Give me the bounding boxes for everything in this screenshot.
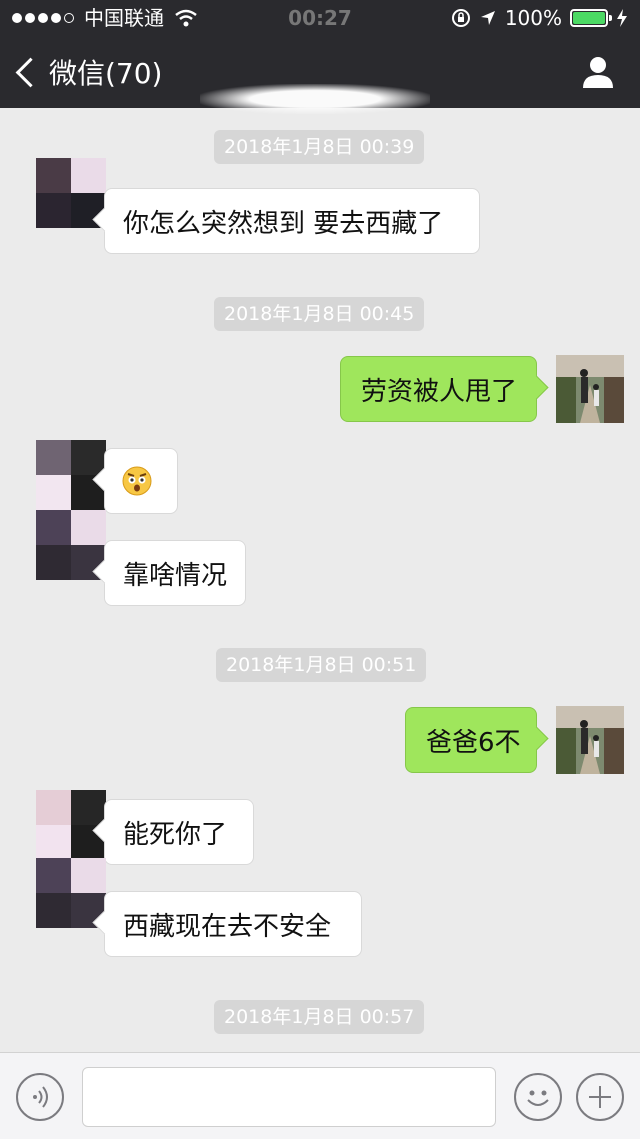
top-bar: 中国联通 00:27 100% 微信(70) — [0, 0, 640, 114]
avatar-photo-image — [556, 355, 624, 423]
voice-button[interactable] — [16, 1073, 64, 1121]
voice-icon — [33, 1086, 48, 1108]
avatar-photo-image — [556, 706, 624, 774]
orientation-lock-icon — [451, 9, 470, 27]
input-bar — [0, 1052, 640, 1139]
message-bubble-received[interactable]: 你怎么突然想到 要去西藏了 — [104, 188, 480, 254]
message-bubble-received[interactable] — [104, 448, 178, 514]
message-bubble-sent[interactable]: 劳资被人甩了 — [340, 356, 537, 422]
back-label: 微信(70) — [49, 57, 163, 90]
message-input[interactable] — [82, 1067, 496, 1127]
message-bubble-received[interactable]: 西藏现在去不安全 — [104, 891, 362, 957]
back-button[interactable]: 微信(70) — [14, 48, 162, 96]
avatar[interactable] — [36, 790, 106, 860]
timestamp: 2018年1月8日 00:57 — [214, 1000, 425, 1034]
plus-icon — [589, 1086, 611, 1108]
message-bubble-received[interactable]: 靠啥情况 — [104, 540, 246, 606]
avatar[interactable] — [556, 706, 624, 774]
message-bubble-sent[interactable]: 爸爸6不 — [405, 707, 537, 773]
charging-icon — [617, 9, 627, 27]
emoji-smile-icon — [527, 1090, 549, 1106]
plus-button[interactable] — [576, 1073, 624, 1121]
message-bubble-received[interactable]: 能死你了 — [104, 799, 254, 865]
battery-percent: 100% — [504, 6, 562, 30]
timestamp: 2018年1月8日 00:39 — [214, 130, 425, 164]
blur-mask — [200, 84, 430, 114]
status-bar: 中国联通 00:27 100% — [0, 0, 640, 36]
battery-icon — [570, 9, 612, 27]
location-arrow-icon — [480, 11, 495, 25]
person-icon[interactable] — [580, 54, 616, 90]
avatar[interactable] — [556, 355, 624, 423]
surprised-face-emoji — [122, 466, 152, 496]
timestamp: 2018年1月8日 00:51 — [216, 648, 427, 682]
emoji-button[interactable] — [514, 1073, 562, 1121]
chevron-left-icon — [15, 57, 46, 87]
timestamp: 2018年1月8日 00:45 — [214, 297, 425, 331]
